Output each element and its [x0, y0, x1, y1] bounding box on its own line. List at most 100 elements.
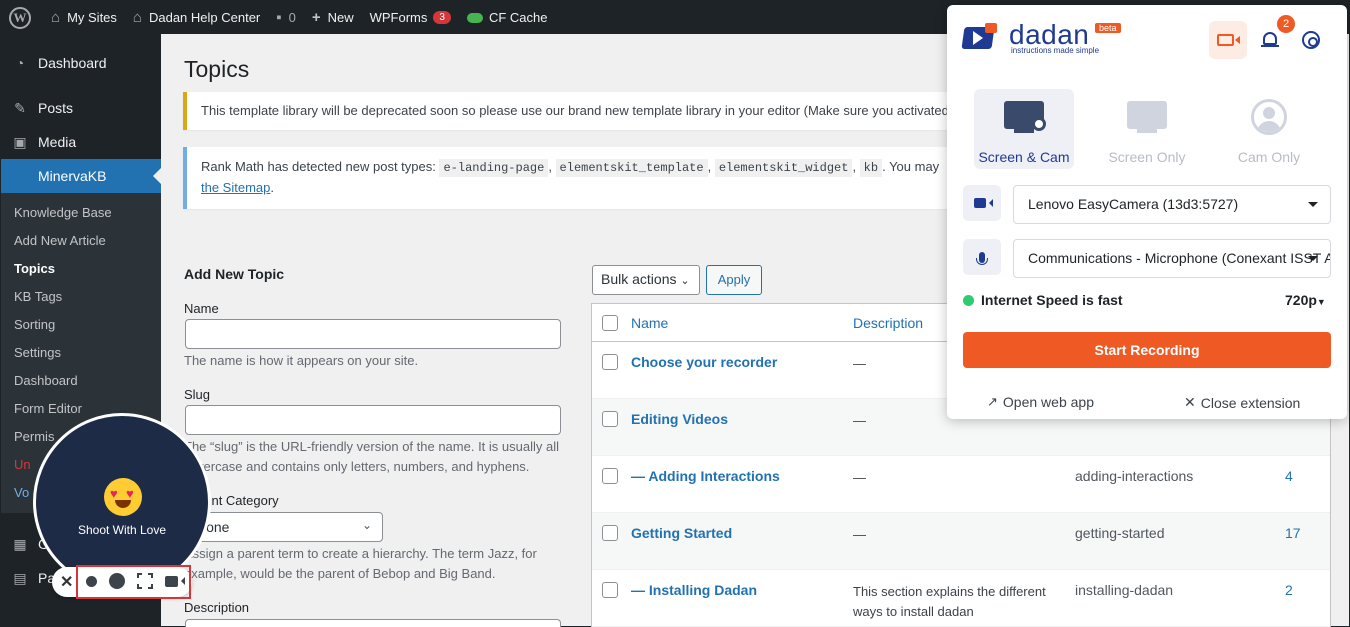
- sidebar-item-label: MinervaKB: [38, 168, 107, 184]
- sidebar-item-label: Media: [38, 134, 77, 150]
- sidebar-item-label: Dashboard: [38, 55, 107, 71]
- new-content-menu[interactable]: + New: [304, 1, 362, 34]
- name-label: Name: [184, 301, 219, 316]
- camera-value: Lenovo EasyCamera (13d3:5727): [1028, 196, 1239, 212]
- comments-menu[interactable]: ▪ 0: [268, 1, 304, 34]
- plus-icon: +: [311, 9, 321, 26]
- topic-slug: getting-started: [1075, 525, 1165, 541]
- submenu-add-new-article[interactable]: Add New Article: [1, 227, 161, 255]
- topic-name-link[interactable]: Getting Started: [631, 525, 853, 541]
- sitemap-link[interactable]: the Sitemap: [201, 180, 270, 195]
- sidebar-item-minervakb[interactable]: MinervaKB: [1, 159, 161, 193]
- add-new-topic-heading: Add New Topic: [184, 266, 285, 282]
- new-label: New: [327, 10, 354, 25]
- close-extension-link[interactable]: ✕ Close extension: [1184, 394, 1300, 411]
- microphone-select[interactable]: Communications - Microphone (Conexant IS…: [1013, 239, 1331, 278]
- wpforms-count-badge: 3: [433, 11, 451, 24]
- submenu-settings[interactable]: Settings: [1, 339, 161, 367]
- sidebar-item-media[interactable]: ▣ Media: [1, 125, 161, 159]
- home-icon: ⌂: [132, 9, 142, 26]
- sites-icon: ⌂: [51, 9, 61, 26]
- chevron-down-icon: ⌄: [361, 518, 372, 532]
- code-tag: e-landing-page: [439, 159, 549, 177]
- small-record-dot-icon[interactable]: [86, 576, 97, 587]
- comment-icon: ▪: [276, 9, 282, 26]
- mode-screen-and-cam[interactable]: Screen & Cam: [974, 89, 1074, 169]
- dadan-extension-panel: dadan beta instructions made simple 2 Sc…: [947, 5, 1347, 419]
- description-column-header[interactable]: Description: [853, 315, 923, 331]
- my-sites-menu[interactable]: ⌂ My Sites: [43, 1, 125, 34]
- wpforms-menu[interactable]: WPForms 3: [362, 1, 459, 34]
- row-checkbox[interactable]: [602, 411, 618, 427]
- notice-text: . You may: [882, 159, 940, 174]
- select-all-checkbox[interactable]: [602, 314, 618, 331]
- microphone-icon: [976, 251, 988, 265]
- submenu-kb-tags[interactable]: KB Tags: [1, 283, 161, 311]
- sidebar-item-posts[interactable]: ✎ Posts: [1, 91, 161, 125]
- table-row: Getting Started — getting-started 17: [592, 513, 1330, 570]
- topic-name-link[interactable]: Editing Videos: [631, 411, 853, 427]
- bell-icon[interactable]: [1261, 32, 1279, 50]
- row-checkbox[interactable]: [602, 525, 618, 541]
- dashboard-icon: ◔: [15, 55, 25, 71]
- submenu-knowledge-base[interactable]: Knowledge Base: [1, 199, 161, 227]
- slug-description: The “slug” is the URL-friendly version o…: [184, 439, 559, 474]
- apply-button[interactable]: Apply: [706, 265, 762, 295]
- start-recording-button[interactable]: Start Recording: [963, 332, 1331, 368]
- comments-count: 0: [288, 10, 296, 25]
- bulk-actions-select[interactable]: Bulk actions ⌄: [592, 265, 700, 295]
- camera-toggle-button[interactable]: [1209, 21, 1247, 59]
- internet-speed-status: Internet Speed is fast: [963, 292, 1123, 308]
- mode-cam-only[interactable]: Cam Only: [1219, 89, 1319, 169]
- video-camera-icon[interactable]: [165, 576, 185, 587]
- topic-name-link[interactable]: Choose your recorder: [631, 354, 853, 370]
- camera-select[interactable]: Lenovo EasyCamera (13d3:5727): [1013, 185, 1331, 224]
- name-column-header[interactable]: Name: [631, 315, 853, 331]
- open-web-app-label: Open web app: [1002, 394, 1094, 410]
- mode-screen-only[interactable]: Screen Only: [1097, 89, 1197, 169]
- topic-name-link[interactable]: — Installing Dadan: [631, 582, 853, 598]
- site-name-menu[interactable]: ⌂ Dadan Help Center: [125, 1, 268, 34]
- row-checkbox[interactable]: [602, 354, 618, 370]
- wordpress-logo[interactable]: W: [1, 1, 43, 34]
- close-recorder-icon[interactable]: ✕: [60, 572, 73, 592]
- parent-select[interactable]: None ⌄: [185, 512, 383, 542]
- slug-input[interactable]: [185, 405, 561, 435]
- video-camera-icon: [1217, 34, 1240, 46]
- topic-count[interactable]: 4: [1285, 468, 1293, 484]
- page-title: Topics: [184, 56, 250, 82]
- dadan-logo-icon: [961, 23, 997, 53]
- submenu-topics[interactable]: Topics: [1, 255, 161, 283]
- resolution-select[interactable]: 720p▼: [1285, 292, 1326, 308]
- topic-count[interactable]: 17: [1285, 525, 1301, 541]
- close-icon: ✕: [1184, 394, 1196, 410]
- brand-tagline: instructions made simple: [1011, 46, 1100, 55]
- bubble-label: Shoot With Love: [77, 523, 167, 537]
- menu-icon: ▦: [13, 535, 27, 552]
- status-dot-icon: [963, 294, 974, 306]
- cf-cache-menu[interactable]: CF Cache: [459, 1, 556, 34]
- submenu-sorting[interactable]: Sorting: [1, 311, 161, 339]
- row-checkbox[interactable]: [602, 468, 618, 484]
- site-name-label: Dadan Help Center: [148, 10, 261, 25]
- open-web-app-link[interactable]: ↗ Open web app: [987, 394, 1094, 410]
- parent-description: Assign a parent term to create a hierarc…: [184, 546, 537, 581]
- large-record-dot-icon[interactable]: [109, 573, 125, 589]
- elementor-notice: This template library will be deprecated…: [183, 92, 983, 130]
- code-tag: elementskit_template: [555, 159, 708, 177]
- bulk-actions-label: Bulk actions: [601, 271, 677, 287]
- mode-label: Screen & Cam: [978, 149, 1070, 165]
- pages-icon: ▤: [13, 569, 27, 586]
- submenu-dashboard[interactable]: Dashboard: [1, 367, 161, 395]
- row-checkbox[interactable]: [602, 582, 618, 598]
- topic-name-link[interactable]: — Adding Interactions: [631, 468, 853, 484]
- fullscreen-icon[interactable]: [137, 573, 153, 589]
- sidebar-item-dashboard[interactable]: ◔ Dashboard: [1, 46, 161, 80]
- gear-icon[interactable]: [1302, 31, 1320, 49]
- description-textarea[interactable]: [185, 619, 561, 627]
- caret-down-icon: [1308, 256, 1318, 266]
- cloud-icon: [466, 12, 483, 23]
- topic-count[interactable]: 2: [1285, 582, 1293, 598]
- rankmath-notice: Rank Math has detected new post types: e…: [183, 147, 983, 209]
- name-input[interactable]: [185, 319, 561, 349]
